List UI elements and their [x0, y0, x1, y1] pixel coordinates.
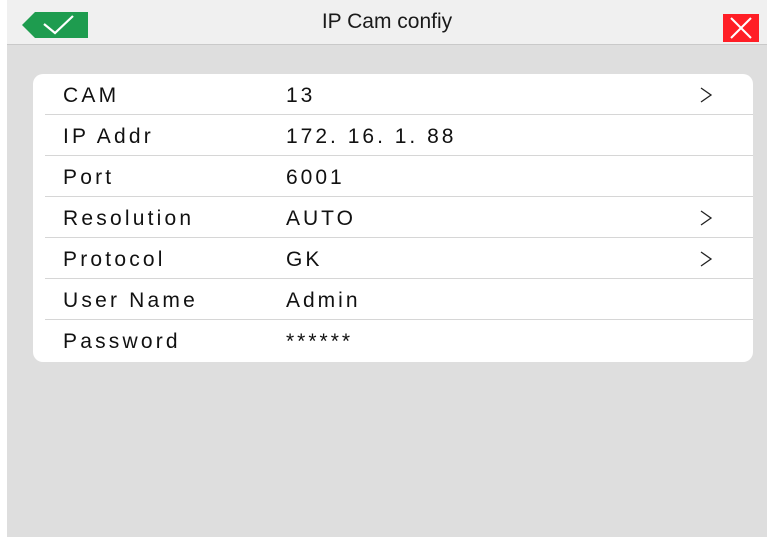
setting-label: Resolution — [63, 207, 195, 230]
setting-label: Password — [63, 330, 181, 353]
close-button[interactable] — [723, 14, 759, 42]
setting-label: CAM — [63, 84, 120, 107]
chevron-right-icon — [700, 87, 713, 103]
setting-label: IP Addr — [63, 125, 154, 148]
setting-label: User Name — [63, 289, 198, 312]
setting-label: Port — [63, 166, 115, 189]
setting-row-protocol[interactable]: Protocol GK — [33, 238, 753, 279]
setting-value: AUTO — [286, 207, 356, 230]
setting-value: GK — [286, 248, 323, 271]
setting-row-ip-addr[interactable]: IP Addr 172. 16. 1. 88 — [33, 115, 753, 156]
setting-label: Protocol — [63, 248, 166, 271]
title-bar: IP Cam confiy — [7, 0, 767, 45]
close-x-icon — [723, 14, 759, 42]
setting-value: Admin — [286, 289, 361, 312]
setting-value: ****** — [286, 330, 354, 353]
setting-row-user-name[interactable]: User Name Admin — [33, 279, 753, 320]
chevron-right-icon — [700, 210, 713, 226]
page-title: IP Cam confiy — [321, 10, 453, 33]
setting-row-port[interactable]: Port 6001 — [33, 156, 753, 197]
setting-value: 6001 — [286, 166, 345, 189]
setting-row-resolution[interactable]: Resolution AUTO — [33, 197, 753, 238]
chevron-right-icon — [700, 251, 713, 267]
setting-value: 172. 16. 1. 88 — [286, 125, 457, 148]
setting-row-cam[interactable]: CAM 13 — [33, 74, 753, 115]
ip-cam-config-screen: IP Cam confiy CAM 13 IP Addr 172. 16. 1.… — [7, 0, 767, 537]
setting-row-password[interactable]: Password ****** — [33, 320, 753, 361]
setting-value: 13 — [286, 84, 316, 107]
settings-panel: CAM 13 IP Addr 172. 16. 1. 88 Port 6001 … — [33, 74, 753, 362]
